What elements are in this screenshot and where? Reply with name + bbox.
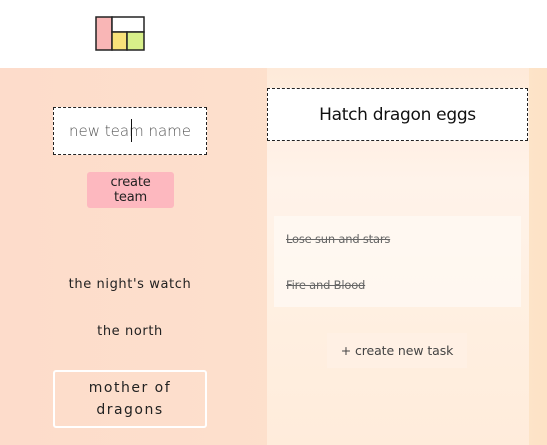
team-item-mother-of-dragons[interactable]: mother of dragons xyxy=(53,370,207,428)
task-list-title[interactable]: Hatch dragon eggs xyxy=(267,88,528,141)
app-header xyxy=(0,0,547,68)
main-area: create team the night's watch the north … xyxy=(0,68,547,445)
create-new-task-button[interactable]: + create new task xyxy=(327,333,467,368)
team-item-nights-watch[interactable]: the night's watch xyxy=(53,277,207,292)
task-item-done[interactable]: Lose sun and stars xyxy=(286,232,390,246)
text-cursor xyxy=(131,119,132,142)
create-team-button[interactable]: create team xyxy=(87,172,174,208)
teams-panel: create team the night's watch the north … xyxy=(0,68,260,445)
task-item-done[interactable]: Fire and Blood xyxy=(286,278,365,292)
new-team-name-input[interactable] xyxy=(53,107,207,155)
task-list: Lose sun and stars Fire and Blood xyxy=(274,216,521,307)
tasks-panel: Hatch dragon eggs Lose sun and stars Fir… xyxy=(267,68,529,445)
team-item-the-north[interactable]: the north xyxy=(53,324,207,339)
app-logo-icon xyxy=(95,16,145,51)
